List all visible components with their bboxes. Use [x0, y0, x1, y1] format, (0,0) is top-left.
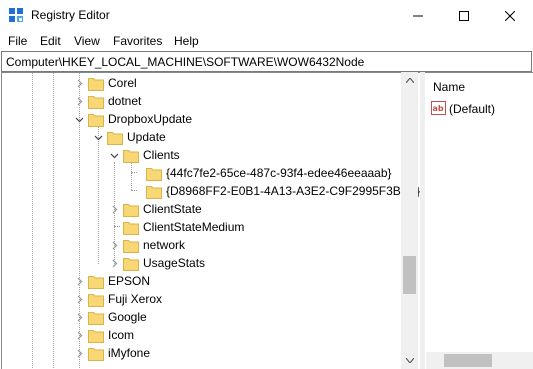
menu-favorites[interactable]: Favorites	[113, 34, 162, 48]
tree-item-label: EPSON	[108, 274, 151, 288]
tree-item-label: Fuji Xerox	[108, 292, 163, 306]
chevron-down-icon	[405, 358, 414, 363]
menu-edit[interactable]: Edit	[40, 34, 61, 48]
tree-item-label: dotnet	[108, 94, 142, 108]
close-button[interactable]	[487, 0, 533, 31]
tree-item[interactable]: ClientState	[2, 200, 402, 218]
tree-item[interactable]: Icom	[2, 326, 402, 344]
tree-item[interactable]: dotnet	[2, 92, 402, 110]
svg-text:ab: ab	[433, 104, 444, 113]
key-tree[interactable]: Corel dotnet DropboxUpdate Update Clients {44…	[1, 72, 420, 369]
tree-item[interactable]: Google	[2, 308, 402, 326]
folder-icon	[88, 312, 104, 325]
chevron-down-icon[interactable]	[94, 133, 103, 142]
tree-item-label: network	[143, 238, 186, 252]
tree-item[interactable]: iMyfone	[2, 344, 402, 362]
tree-item-label: Icom	[108, 328, 135, 342]
folder-icon	[88, 294, 104, 307]
chevron-right-icon[interactable]	[75, 331, 84, 340]
folder-icon	[88, 96, 104, 109]
folder-icon	[123, 150, 139, 163]
chevron-right-icon[interactable]	[75, 277, 84, 286]
tree-item[interactable]: {44fc7fe2-65ce-487c-93f4-edee46eeaaab}	[2, 164, 402, 182]
folder-icon	[123, 204, 139, 217]
tree-item-label: {44fc7fe2-65ce-487c-93f4-edee46eeaaab}	[166, 166, 392, 180]
folder-icon	[146, 168, 162, 181]
tree-item-label: iMyfone	[108, 346, 151, 360]
chevron-right-icon[interactable]	[75, 97, 84, 106]
minimize-icon	[413, 15, 423, 16]
values-hscrollbar[interactable]	[426, 352, 533, 369]
tree-item[interactable]: Corel	[2, 74, 402, 92]
registry-icon	[9, 8, 23, 22]
menu-bar: File Edit View Favorites Help	[0, 31, 533, 51]
minimize-button[interactable]	[395, 0, 441, 31]
column-header-name[interactable]: Name	[433, 80, 465, 94]
folder-icon	[107, 132, 123, 145]
folder-icon	[123, 240, 139, 253]
menu-help[interactable]: Help	[174, 34, 199, 48]
scroll-thumb[interactable]	[403, 256, 416, 294]
tree-scrollbar[interactable]	[401, 72, 418, 369]
tree-item-label: UsageStats	[143, 256, 206, 270]
tree-item-label: DropboxUpdate	[108, 112, 193, 126]
maximize-icon	[459, 10, 469, 21]
tree-item[interactable]: network	[2, 236, 402, 254]
string-value-icon: ab	[431, 101, 446, 115]
chevron-right-icon[interactable]	[110, 241, 119, 250]
chevron-right-icon[interactable]	[75, 295, 84, 304]
folder-icon	[123, 222, 139, 235]
title-bar: Registry Editor	[0, 0, 533, 31]
tree-item-label: Corel	[108, 76, 137, 90]
scroll-up-button[interactable]	[401, 72, 418, 89]
value-name: (Default)	[449, 102, 496, 116]
tree-item[interactable]: Update	[2, 128, 402, 146]
tree-item[interactable]: ClientStateMedium	[2, 218, 402, 236]
tree-item[interactable]: Fuji Xerox	[2, 290, 402, 308]
folder-icon	[88, 348, 104, 361]
tree-item[interactable]: UsageStats	[2, 254, 402, 272]
address-bar[interactable]: Computer\HKEY_LOCAL_MACHINE\SOFTWARE\WOW…	[1, 51, 532, 72]
hscroll-thumb[interactable]	[444, 354, 492, 367]
values-list[interactable]: Name ab (Default)	[425, 72, 533, 369]
tree-item[interactable]: {D8968FF2-E0B1-4A13-A3E2-C9F2995F3BC6}	[2, 182, 420, 200]
scroll-down-button[interactable]	[401, 352, 418, 369]
chevron-right-icon[interactable]	[110, 205, 119, 214]
tree-item-label: ClientState	[143, 202, 202, 216]
window-title: Registry Editor	[31, 8, 110, 22]
tree-item-label: Update	[127, 130, 166, 144]
tree-item[interactable]: EPSON	[2, 272, 402, 290]
menu-view[interactable]: View	[74, 34, 100, 48]
menu-file[interactable]: File	[8, 34, 27, 48]
chevron-down-icon[interactable]	[75, 115, 84, 124]
folder-icon	[88, 330, 104, 343]
folder-icon	[88, 114, 104, 127]
chevron-right-icon[interactable]	[75, 349, 84, 358]
maximize-button[interactable]	[441, 0, 487, 31]
tree-item-label: {D8968FF2-E0B1-4A13-A3E2-C9F2995F3BC6}	[166, 184, 420, 198]
folder-icon	[146, 186, 162, 199]
close-icon	[505, 10, 515, 21]
folder-icon	[88, 78, 104, 91]
address-path: Computer\HKEY_LOCAL_MACHINE\SOFTWARE\WOW…	[6, 55, 365, 69]
tree-item-label: Clients	[143, 148, 180, 162]
tree-item[interactable]: Clients	[2, 146, 402, 164]
chevron-right-icon[interactable]	[75, 79, 84, 88]
tree-item-label: ClientStateMedium	[143, 220, 245, 234]
tree-item-label: Google	[108, 310, 147, 324]
chevron-right-icon[interactable]	[75, 313, 84, 322]
chevron-down-icon[interactable]	[110, 151, 119, 160]
tree-item[interactable]: DropboxUpdate	[2, 110, 402, 128]
folder-icon	[88, 276, 104, 289]
chevron-up-icon	[405, 78, 414, 83]
folder-icon	[123, 258, 139, 271]
chevron-right-icon[interactable]	[110, 259, 119, 268]
